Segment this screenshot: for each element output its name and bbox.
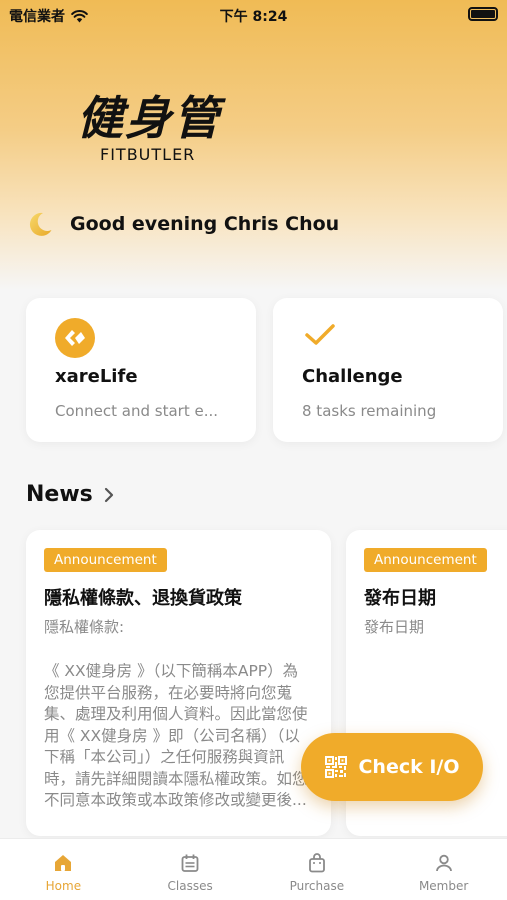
news-title: 發布日期 <box>364 588 436 609</box>
calendar-icon <box>181 854 199 872</box>
bag-icon <box>308 853 325 873</box>
tab-home[interactable]: Home <box>0 839 127 900</box>
news-subtitle: 發布日期 <box>364 618 425 636</box>
news-heading: News <box>26 482 93 507</box>
news-card[interactable]: Announcement 隱私權條款、退換貨政策 隱私權條款: 《 XX健身房 … <box>26 530 331 836</box>
announcement-badge: Announcement <box>44 548 167 572</box>
xarelife-card-subtitle: Connect and start e... <box>55 402 219 420</box>
news-subtitle: 隱私權條款: <box>44 618 125 636</box>
greeting-text: Good evening Chris Chou <box>70 213 340 235</box>
xarelife-card[interactable]: xareLife Connect and start e... <box>26 298 256 442</box>
xarelife-card-title: xareLife <box>55 366 138 387</box>
news-body: 《 XX健身房 》（以下簡稱本APP）為您提供平台服務，在必要時將向您蒐集、處理… <box>44 662 308 809</box>
tab-classes[interactable]: Classes <box>127 839 254 900</box>
chevron-right-icon <box>104 487 113 502</box>
app-logo: 健身管 <box>77 91 221 145</box>
check-io-button[interactable]: Check I/O <box>301 733 483 801</box>
tab-classes-label: Classes <box>167 879 213 893</box>
tab-member[interactable]: Member <box>380 839 507 900</box>
check-icon <box>305 324 335 345</box>
tab-purchase-label: Purchase <box>289 879 345 893</box>
news-header[interactable]: News <box>26 482 115 507</box>
challenge-card-title: Challenge <box>302 366 403 387</box>
tab-bar: Home Classes Purchase Member <box>0 838 507 900</box>
challenge-card[interactable]: Challenge 8 tasks remaining <box>273 298 503 442</box>
tab-member-label: Member <box>418 879 469 893</box>
xarelife-logo-icon <box>55 318 95 358</box>
news-title: 隱私權條款、退換貨政策 <box>44 588 242 609</box>
app-logo-subtitle: FITBUTLER <box>100 145 196 164</box>
moon-icon <box>29 212 52 236</box>
battery-icon <box>468 7 498 21</box>
status-time: 下午 8:24 <box>219 9 288 25</box>
tab-home-label: Home <box>45 879 82 893</box>
challenge-card-subtitle: 8 tasks remaining <box>302 402 437 420</box>
announcement-badge: Announcement <box>364 548 487 572</box>
home-icon <box>55 855 72 871</box>
app-screen: 電信業者 下午 8:24 健身管 FITBUTLER Good evening … <box>0 0 507 900</box>
tab-purchase[interactable]: Purchase <box>254 839 381 900</box>
person-icon <box>435 854 452 872</box>
qr-code-icon <box>325 756 348 778</box>
status-bar: 電信業者 下午 8:24 <box>0 0 507 28</box>
check-io-label: Check I/O <box>358 756 460 778</box>
